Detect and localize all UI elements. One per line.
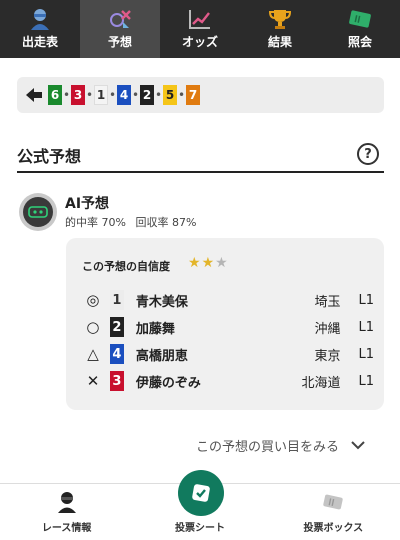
ticket-icon: [349, 10, 371, 28]
order-number: 7: [186, 85, 200, 105]
racer-name: 加藤舞: [135, 321, 175, 337]
order-number: 4: [117, 85, 131, 105]
prediction-row: ◎ 1 青木美保 埼玉 L1: [84, 290, 374, 310]
mark-circle: ○: [86, 318, 100, 336]
section-title: 公式予想: [17, 147, 82, 166]
trophy-icon: [268, 10, 292, 29]
view-bets-label: この予想の買い目をみる: [196, 440, 340, 455]
help-icon[interactable]: ?: [357, 143, 379, 165]
order-number: 5: [163, 85, 177, 105]
prediction-row: ○ 2 加藤舞 沖縄 L1: [84, 317, 374, 337]
tab-entries-label: 出走表: [21, 35, 58, 49]
star-empty-icon: ★: [215, 255, 229, 271]
tab-prediction-label: 予想: [107, 35, 132, 49]
racer-number: 3: [109, 371, 124, 391]
mark-cross: ✕: [86, 372, 100, 390]
confidence-stars: ★★★: [188, 255, 229, 271]
racer-name: 青木美保: [135, 294, 188, 310]
mark-double-circle: ◎: [86, 291, 100, 309]
prediction-row: △ 4 高橋朋恵 東京 L1: [84, 344, 374, 364]
order-separator: •: [108, 88, 117, 102]
vote-box-label: 投票ボックス: [303, 523, 364, 534]
order-number: 6: [48, 85, 62, 105]
tab-odds-label: オッズ: [181, 35, 218, 49]
chart-icon: [189, 10, 210, 29]
order-number: 1: [94, 85, 108, 105]
racer-class: L1: [358, 373, 374, 389]
top-nav: 出走表 予想 オッズ 結果 照会: [0, 0, 400, 58]
order-separator: •: [85, 88, 94, 102]
bottom-vote-box[interactable]: 投票ボックス: [267, 484, 400, 540]
star-filled-icon: ★: [188, 255, 202, 271]
racer-class: L1: [358, 319, 374, 335]
tab-entries[interactable]: 出走表: [0, 0, 80, 58]
arrow-left-icon: [26, 88, 42, 102]
tab-results[interactable]: 結果: [240, 0, 320, 58]
checkmark-sheet-icon: [192, 484, 210, 502]
vote-sheet-button[interactable]: [178, 470, 224, 516]
racer-name: 伊藤のぞみ: [135, 375, 201, 391]
racer-number: 2: [109, 317, 124, 337]
page: 出走表 予想 オッズ 結果 照会 6 • 3 • 1 • 4 • 2 • 5 •: [0, 0, 400, 540]
ai-stats: 的中率 70% 回収率 87%: [65, 214, 202, 230]
prediction-row: ✕ 3 伊藤のぞみ 北海道 L1: [84, 371, 374, 391]
finish-order-strip: 6 • 3 • 1 • 4 • 2 • 5 • 7: [17, 77, 384, 113]
racer-number: 4: [109, 344, 124, 364]
confidence-label: この予想の自信度: [82, 260, 170, 273]
tab-inquiry[interactable]: 照会: [320, 0, 400, 58]
tab-results-label: 結果: [267, 35, 292, 49]
racer-prefecture: 沖縄: [314, 321, 341, 337]
racer-class: L1: [358, 292, 374, 308]
racer-prefecture: 東京: [314, 348, 341, 364]
star-filled-icon: ★: [201, 255, 216, 271]
order-number: 3: [71, 85, 85, 105]
racer-name: 高橋朋恵: [135, 348, 188, 364]
tab-inquiry-label: 照会: [347, 35, 372, 49]
prediction-icon: [110, 10, 131, 28]
tab-odds[interactable]: オッズ: [160, 0, 240, 58]
race-info-label: レース情報: [41, 523, 92, 534]
jockey-icon: [31, 9, 49, 30]
chevron-down-icon: [351, 441, 365, 450]
order-separator: •: [154, 88, 163, 102]
racer-class: L1: [358, 346, 374, 362]
ticket-box-icon: [323, 494, 343, 510]
vote-sheet-label: 投票シート: [174, 523, 225, 534]
ai-avatar: [19, 193, 57, 231]
bottom-race-info[interactable]: レース情報: [0, 484, 133, 540]
order-separator: •: [131, 88, 140, 102]
view-bets-link[interactable]: この予想の買い目をみる: [196, 436, 365, 455]
racer-prefecture: 北海道: [301, 375, 341, 391]
tab-prediction[interactable]: 予想: [80, 0, 160, 58]
section-divider: [17, 171, 384, 173]
return-rate: 回収率 87%: [135, 216, 197, 229]
order-separator: •: [177, 88, 186, 102]
robot-icon: [23, 197, 53, 227]
racer-number: 1: [109, 290, 124, 310]
prediction-card: この予想の自信度 ★★★ ◎ 1 青木美保 埼玉 L1 ○ 2 加藤舞 沖縄 L…: [66, 238, 384, 410]
racer-prefecture: 埼玉: [314, 294, 341, 310]
racer-icon: [57, 492, 76, 513]
mark-triangle: △: [87, 345, 99, 363]
hit-rate: 的中率 70%: [65, 216, 126, 229]
order-number: 2: [140, 85, 154, 105]
order-separator: •: [62, 88, 71, 102]
ai-name: AI予想: [65, 196, 110, 212]
